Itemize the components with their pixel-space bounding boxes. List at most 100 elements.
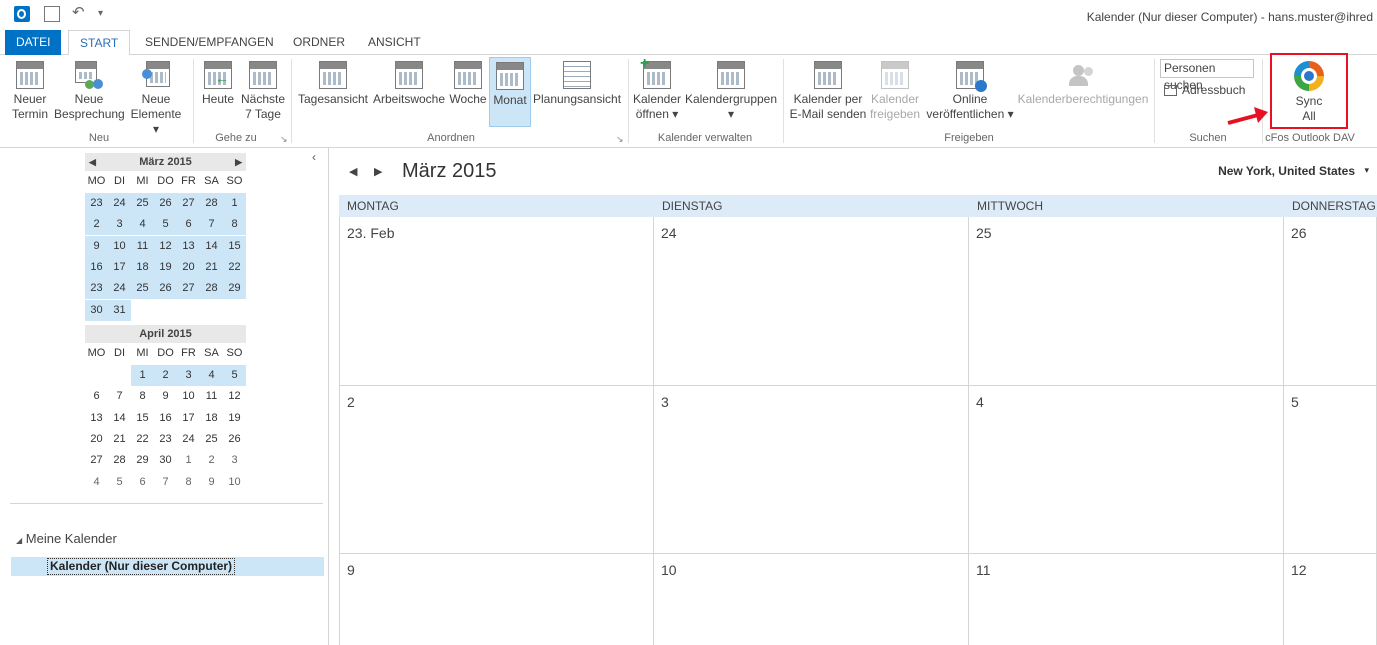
new-appointment-button[interactable]: Neuer Termin	[8, 57, 52, 122]
search-people-input[interactable]: Personen suchen	[1160, 59, 1254, 92]
tab-ansicht[interactable]: ANSICHT	[357, 30, 432, 54]
next-7-days-button[interactable]: Nächste 7 Tage	[240, 57, 286, 122]
calendar-groups-button[interactable]: Kalendergruppen ▾	[684, 57, 778, 122]
mini-calendar-day[interactable]: 17	[108, 256, 131, 278]
calendar-permissions-button[interactable]: Kalenderberechtigungen	[1016, 57, 1150, 107]
mini-calendar-day[interactable]: 7	[200, 214, 223, 236]
mini-calendar-day[interactable]: 23	[85, 193, 108, 214]
schedule-view-button[interactable]: Planungsansicht	[532, 57, 622, 107]
month-button[interactable]: Monat	[489, 57, 531, 127]
mini-calendar-day[interactable]: 5	[108, 472, 131, 493]
mini-calendar-day[interactable]: 18	[131, 256, 154, 278]
calendar-day-cell[interactable]: 26	[1284, 217, 1377, 386]
next-month-icon[interactable]: ▶	[374, 165, 382, 178]
mini-calendar-day[interactable]: 2	[200, 450, 223, 471]
mini-calendar-day[interactable]: 26	[154, 193, 177, 214]
mini-calendar-day[interactable]: 3	[223, 450, 246, 471]
mini-calendar-day[interactable]: 8	[131, 386, 154, 407]
mini-calendar-day[interactable]: 6	[85, 386, 108, 407]
tab-ordner[interactable]: ORDNER	[282, 30, 356, 54]
mini-calendar-day[interactable]: 5	[154, 214, 177, 236]
mini-calendar-day[interactable]: 15	[223, 235, 246, 257]
mini-calendar-day[interactable]: 31	[108, 299, 131, 321]
new-meeting-button[interactable]: Neue Besprechung	[54, 57, 125, 122]
mini-calendar-day[interactable]: 25	[131, 193, 154, 214]
mini-calendar-day[interactable]: 19	[154, 256, 177, 278]
mini-calendar-day[interactable]: 1	[223, 193, 246, 214]
calendar-day-cell[interactable]: 24	[654, 217, 969, 386]
calendar-day-cell[interactable]: 11	[969, 554, 1284, 645]
work-week-button[interactable]: Arbeitswoche	[371, 57, 447, 107]
mini-calendar-day[interactable]: 23	[85, 278, 108, 300]
mini-calendar-day[interactable]: 8	[223, 214, 246, 236]
mini-calendar-day[interactable]: 3	[108, 214, 131, 236]
mini-calendar-day[interactable]: 6	[131, 472, 154, 493]
mini-calendar-day[interactable]: 5	[223, 365, 246, 386]
mini-calendar-day[interactable]: 26	[223, 429, 246, 450]
mini-calendar-day[interactable]: 13	[177, 235, 200, 257]
calendar-day-cell[interactable]: 3	[654, 386, 969, 554]
mini-calendar-day[interactable]: 10	[177, 386, 200, 407]
mini-calendar-day[interactable]: 6	[177, 214, 200, 236]
share-calendar-button[interactable]: Kalender freigeben	[868, 57, 922, 122]
calendar-day-cell[interactable]: 4	[969, 386, 1284, 554]
mini-calendar-day[interactable]: 29	[131, 450, 154, 471]
calendar-list-item[interactable]: Kalender (Nur dieser Computer)	[11, 557, 324, 576]
mini-calendar-day[interactable]: 25	[200, 429, 223, 450]
mini-calendar-day[interactable]: 16	[85, 256, 108, 278]
mini-calendar-day[interactable]: 16	[154, 408, 177, 429]
dialog-launcher-icon[interactable]: ↘	[280, 134, 288, 145]
mini-calendar-day[interactable]: 20	[85, 429, 108, 450]
mini-calendar-day[interactable]: 24	[108, 193, 131, 214]
mini-calendar-day[interactable]: 24	[108, 278, 131, 300]
mini-calendar-day[interactable]: 26	[154, 278, 177, 300]
mini-calendar-day[interactable]: 15	[131, 408, 154, 429]
mini-calendar-day[interactable]: 8	[177, 472, 200, 493]
mini-calendar-day[interactable]: 1	[131, 365, 154, 386]
sync-all-button[interactable]: Sync All	[1270, 53, 1348, 129]
weather-location[interactable]: New York, United States	[1218, 164, 1355, 178]
publish-online-button[interactable]: Online veröffentlichen ▾	[922, 57, 1018, 122]
mini-calendar-day[interactable]: 4	[200, 365, 223, 386]
calendar-day-cell[interactable]: 9	[339, 554, 654, 645]
mini-calendar-day[interactable]: 4	[131, 214, 154, 236]
calendar-day-cell[interactable]: 5	[1284, 386, 1377, 554]
undo-icon[interactable]: ↶	[72, 5, 88, 22]
mini-calendar-day[interactable]: 28	[200, 193, 223, 214]
tab-start[interactable]: START	[68, 30, 131, 56]
mini-calendar-day[interactable]: 30	[85, 299, 108, 321]
mini-calendar-day[interactable]: 21	[108, 429, 131, 450]
calendar-day-cell[interactable]: 10	[654, 554, 969, 645]
mini-calendar-day[interactable]: 27	[85, 450, 108, 471]
mini-calendar-day[interactable]: 3	[177, 365, 200, 386]
mini-calendar-day[interactable]: 11	[131, 235, 154, 257]
mini-calendar-day[interactable]: 12	[223, 386, 246, 407]
today-button[interactable]: ← Heute	[198, 57, 238, 107]
dialog-launcher-icon[interactable]: ↘	[616, 134, 624, 145]
mini-calendar-day[interactable]: 4	[85, 472, 108, 493]
mini-calendar-day[interactable]: 12	[154, 235, 177, 257]
mini-calendar-day[interactable]: 30	[154, 450, 177, 471]
new-items-button[interactable]: Neue Elemente ▾	[126, 57, 186, 137]
mini-calendar-day[interactable]: 11	[200, 386, 223, 407]
my-calendars-header[interactable]: ◢ Meine Kalender	[16, 531, 117, 546]
mini-calendar-day[interactable]: 22	[223, 256, 246, 278]
mini-calendar-day[interactable]: 27	[177, 278, 200, 300]
calendar-day-cell[interactable]: 23. Feb	[339, 217, 654, 386]
mini-calendar-day[interactable]: 27	[177, 193, 200, 214]
mini-calendar-day[interactable]: 9	[85, 235, 108, 257]
next-month-icon[interactable]: ▶	[235, 153, 242, 171]
mini-calendar-day[interactable]: 19	[223, 408, 246, 429]
mini-calendar-day[interactable]: 18	[200, 408, 223, 429]
previous-month-icon[interactable]: ◀	[349, 165, 357, 178]
mini-calendar-day[interactable]: 10	[108, 235, 131, 257]
calendar-day-cell[interactable]: 2	[339, 386, 654, 554]
mini-calendar-day[interactable]: 21	[200, 256, 223, 278]
mini-calendar-day[interactable]: 29	[223, 278, 246, 300]
mini-calendar-day[interactable]: 20	[177, 256, 200, 278]
mini-calendar-day[interactable]: 2	[154, 365, 177, 386]
mini-calendar-day[interactable]: 13	[85, 408, 108, 429]
tab-datei[interactable]: DATEI	[5, 30, 62, 55]
mini-calendar-day[interactable]: 22	[131, 429, 154, 450]
day-view-button[interactable]: Tagesansicht	[296, 57, 370, 107]
